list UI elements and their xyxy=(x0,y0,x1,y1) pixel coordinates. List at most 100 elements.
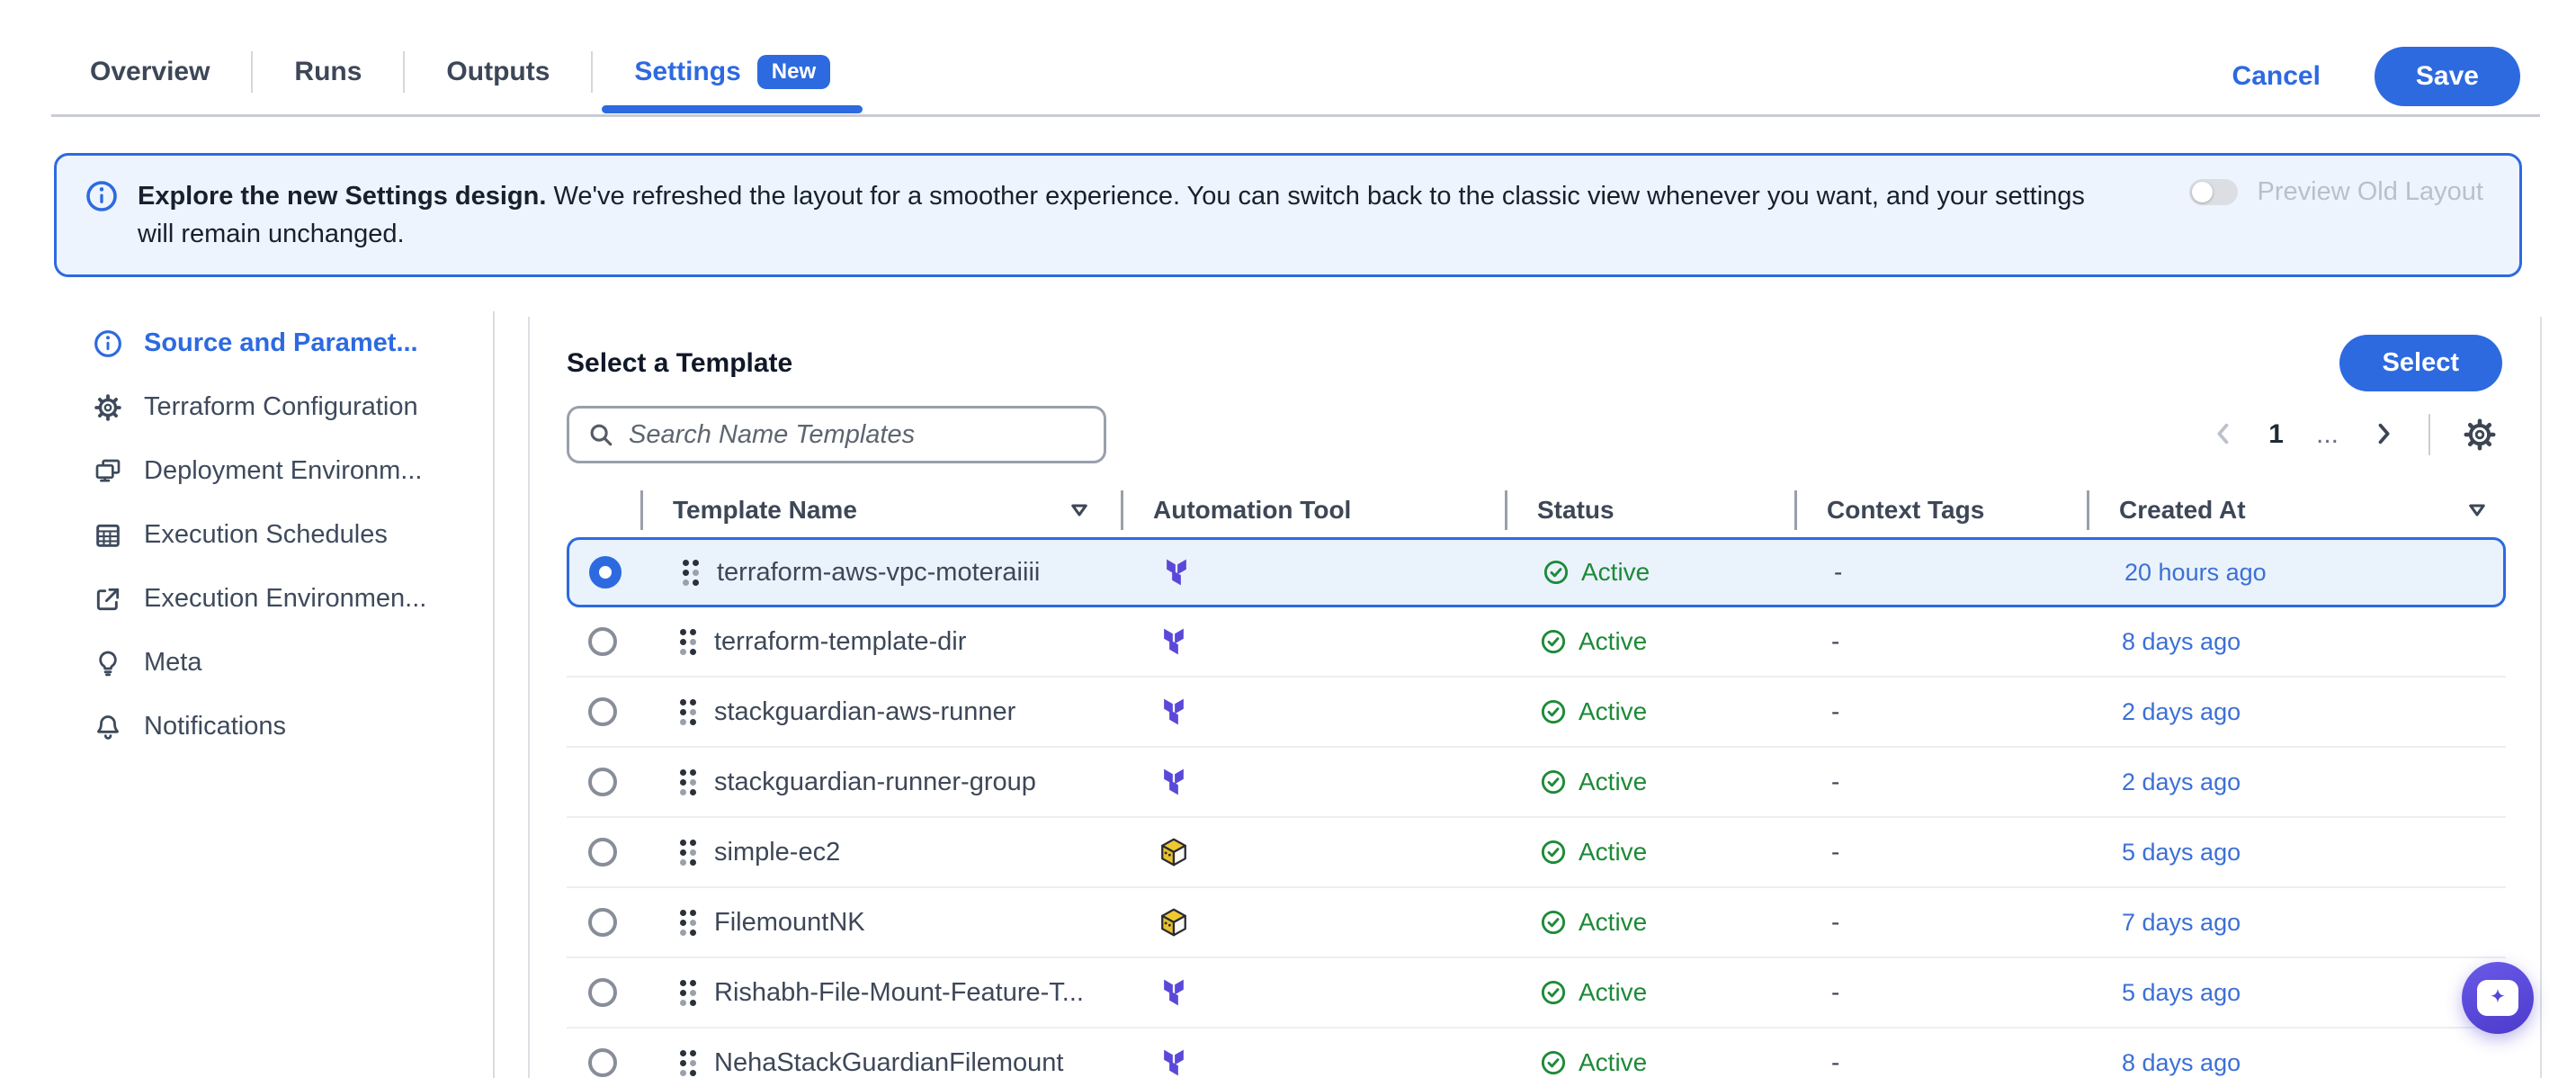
context-tags-cell: - xyxy=(1794,697,2087,726)
content: Source and Paramet... Terraform Configura… xyxy=(0,317,2576,1078)
radio-unselected[interactable] xyxy=(588,908,617,937)
table-header: Template NameAutomation ToolStatusContex… xyxy=(567,485,2540,535)
template-name: terraform-aws-vpc-moteraiiii xyxy=(717,558,1040,588)
table-settings-gear-icon[interactable] xyxy=(2463,418,2497,452)
table-row[interactable]: terraform-template-dirActive-8 days ago xyxy=(567,607,2506,678)
created-at-link[interactable]: 20 hours ago xyxy=(2089,559,2503,587)
template-name-cell: Rishabh-File-Mount-Feature-T... xyxy=(640,978,1121,1008)
screens-icon xyxy=(94,457,122,486)
status-cell: Active xyxy=(1505,1048,1794,1077)
next-page-button[interactable] xyxy=(2371,421,2396,449)
table-row[interactable]: terraform-aws-vpc-moteraiiiiActive-20 ho… xyxy=(567,537,2506,607)
sidebar-item-label: Terraform Configuration xyxy=(144,392,418,422)
template-table-body: terraform-aws-vpc-moteraiiiiActive-20 ho… xyxy=(567,537,2506,1078)
sidebar-item-label: Meta xyxy=(144,648,201,678)
drag-handle-icon[interactable] xyxy=(680,1050,696,1076)
status-cell: Active xyxy=(1505,768,1794,796)
radio-unselected[interactable] xyxy=(588,627,617,656)
preview-old-layout-toggle[interactable] xyxy=(2189,179,2238,205)
terraform-icon xyxy=(1158,1047,1190,1078)
page-title: Select a Template xyxy=(567,348,792,379)
radio-selected[interactable] xyxy=(589,556,622,588)
drag-handle-icon[interactable] xyxy=(680,629,696,655)
tab-label: Overview xyxy=(90,57,210,87)
table-row[interactable]: FilemountNKActive-7 days ago xyxy=(567,888,2506,958)
tab-settings[interactable]: SettingsNew xyxy=(593,50,872,94)
created-at-link[interactable]: 8 days ago xyxy=(2087,628,2506,656)
template-name: NehaStackGuardianFilemount xyxy=(714,1048,1063,1078)
table-row[interactable]: stackguardian-runner-groupActive-2 days … xyxy=(567,748,2506,818)
context-tags-cell: - xyxy=(1794,838,2087,867)
search-input[interactable] xyxy=(629,420,1086,450)
created-at-link[interactable]: 2 days ago xyxy=(2087,768,2506,796)
automation-tool-cell xyxy=(1121,906,1505,939)
info-icon xyxy=(94,329,122,358)
tab-overview[interactable]: Overview xyxy=(90,50,251,94)
template-name-cell: NehaStackGuardianFilemount xyxy=(640,1048,1121,1078)
template-name-cell: terraform-aws-vpc-moteraiiii xyxy=(643,558,1123,588)
table-row[interactable]: Rishabh-File-Mount-Feature-T...Active-5 … xyxy=(567,958,2506,1029)
created-at-link[interactable]: 5 days ago xyxy=(2087,839,2506,867)
sidebar-item-execution-schedules[interactable]: Execution Schedules xyxy=(94,503,493,567)
tab-runs[interactable]: Runs xyxy=(253,50,403,94)
created-at-link[interactable]: 2 days ago xyxy=(2087,698,2506,726)
table-row[interactable]: stackguardian-aws-runnerActive-2 days ag… xyxy=(567,678,2506,748)
tab-outputs[interactable]: Outputs xyxy=(405,50,591,94)
template-name: stackguardian-runner-group xyxy=(714,768,1036,797)
context-tags-cell: - xyxy=(1794,627,2087,656)
sidebar-item-label: Execution Environmen... xyxy=(144,584,426,614)
status-badge: Active xyxy=(1579,627,1647,656)
column-divider xyxy=(1121,490,1123,530)
status-cell: Active xyxy=(1505,697,1794,726)
drag-handle-icon[interactable] xyxy=(680,840,696,866)
sidebar-item-execution-environmen[interactable]: Execution Environmen... xyxy=(94,567,493,631)
sidebar-item-label: Source and Paramet... xyxy=(144,328,418,358)
drag-handle-icon[interactable] xyxy=(680,980,696,1006)
search-icon xyxy=(587,421,614,448)
radio-unselected[interactable] xyxy=(588,978,617,1007)
check-circle-icon xyxy=(1540,698,1567,725)
search-box[interactable] xyxy=(567,406,1106,463)
radio-unselected[interactable] xyxy=(588,838,617,867)
automation-tool-cell xyxy=(1121,1047,1505,1078)
column-header-created-at[interactable]: Created At xyxy=(2087,485,2490,535)
check-circle-icon xyxy=(1543,559,1570,586)
terraform-icon xyxy=(1158,625,1190,658)
prev-page-button[interactable] xyxy=(2211,421,2236,449)
sidebar-item-deployment-environm[interactable]: Deployment Environm... xyxy=(94,439,493,503)
terraform-icon xyxy=(1158,976,1190,1009)
radio-cell xyxy=(567,1048,640,1077)
table-row[interactable]: simple-ec2Active-5 days ago xyxy=(567,818,2506,888)
save-button[interactable]: Save xyxy=(2375,47,2520,106)
check-circle-icon xyxy=(1540,909,1567,936)
column-label: Automation Tool xyxy=(1153,496,1351,525)
ai-assistant-fab[interactable] xyxy=(2462,962,2534,1034)
status-cell: Active xyxy=(1505,908,1794,937)
sparkle-icon xyxy=(2477,980,2518,1016)
created-at-link[interactable]: 5 days ago xyxy=(2087,979,2506,1007)
sidebar-item-meta[interactable]: Meta xyxy=(94,631,493,695)
radio-cell xyxy=(567,768,640,796)
created-at-link[interactable]: 7 days ago xyxy=(2087,909,2506,937)
drag-handle-icon[interactable] xyxy=(680,910,696,936)
check-circle-icon xyxy=(1540,628,1567,655)
sidebar-item-source-and-paramet[interactable]: Source and Paramet... xyxy=(94,311,493,375)
radio-cell xyxy=(567,838,640,867)
banner-toggle-group: Preview Old Layout xyxy=(2189,177,2483,207)
check-circle-icon xyxy=(1540,979,1567,1006)
top-bar: Overview RunsOutputsSettingsNew Cancel Sa… xyxy=(0,0,2576,117)
drag-handle-icon[interactable] xyxy=(683,560,699,586)
radio-unselected[interactable] xyxy=(588,697,617,726)
cancel-button[interactable]: Cancel xyxy=(2232,61,2321,92)
table-row[interactable]: NehaStackGuardianFilemountActive-8 days … xyxy=(567,1029,2506,1078)
drag-handle-icon[interactable] xyxy=(680,769,696,795)
column-header-template-name[interactable]: Template Name xyxy=(640,485,1121,535)
drag-handle-icon[interactable] xyxy=(680,699,696,725)
radio-unselected[interactable] xyxy=(588,1048,617,1077)
radio-unselected[interactable] xyxy=(588,768,617,796)
status-cell: Active xyxy=(1505,627,1794,656)
select-button[interactable]: Select xyxy=(2339,335,2502,391)
sidebar-item-terraform-configuration[interactable]: Terraform Configuration xyxy=(94,375,493,439)
created-at-link[interactable]: 8 days ago xyxy=(2087,1049,2506,1077)
sidebar-item-notifications[interactable]: Notifications xyxy=(94,695,493,759)
